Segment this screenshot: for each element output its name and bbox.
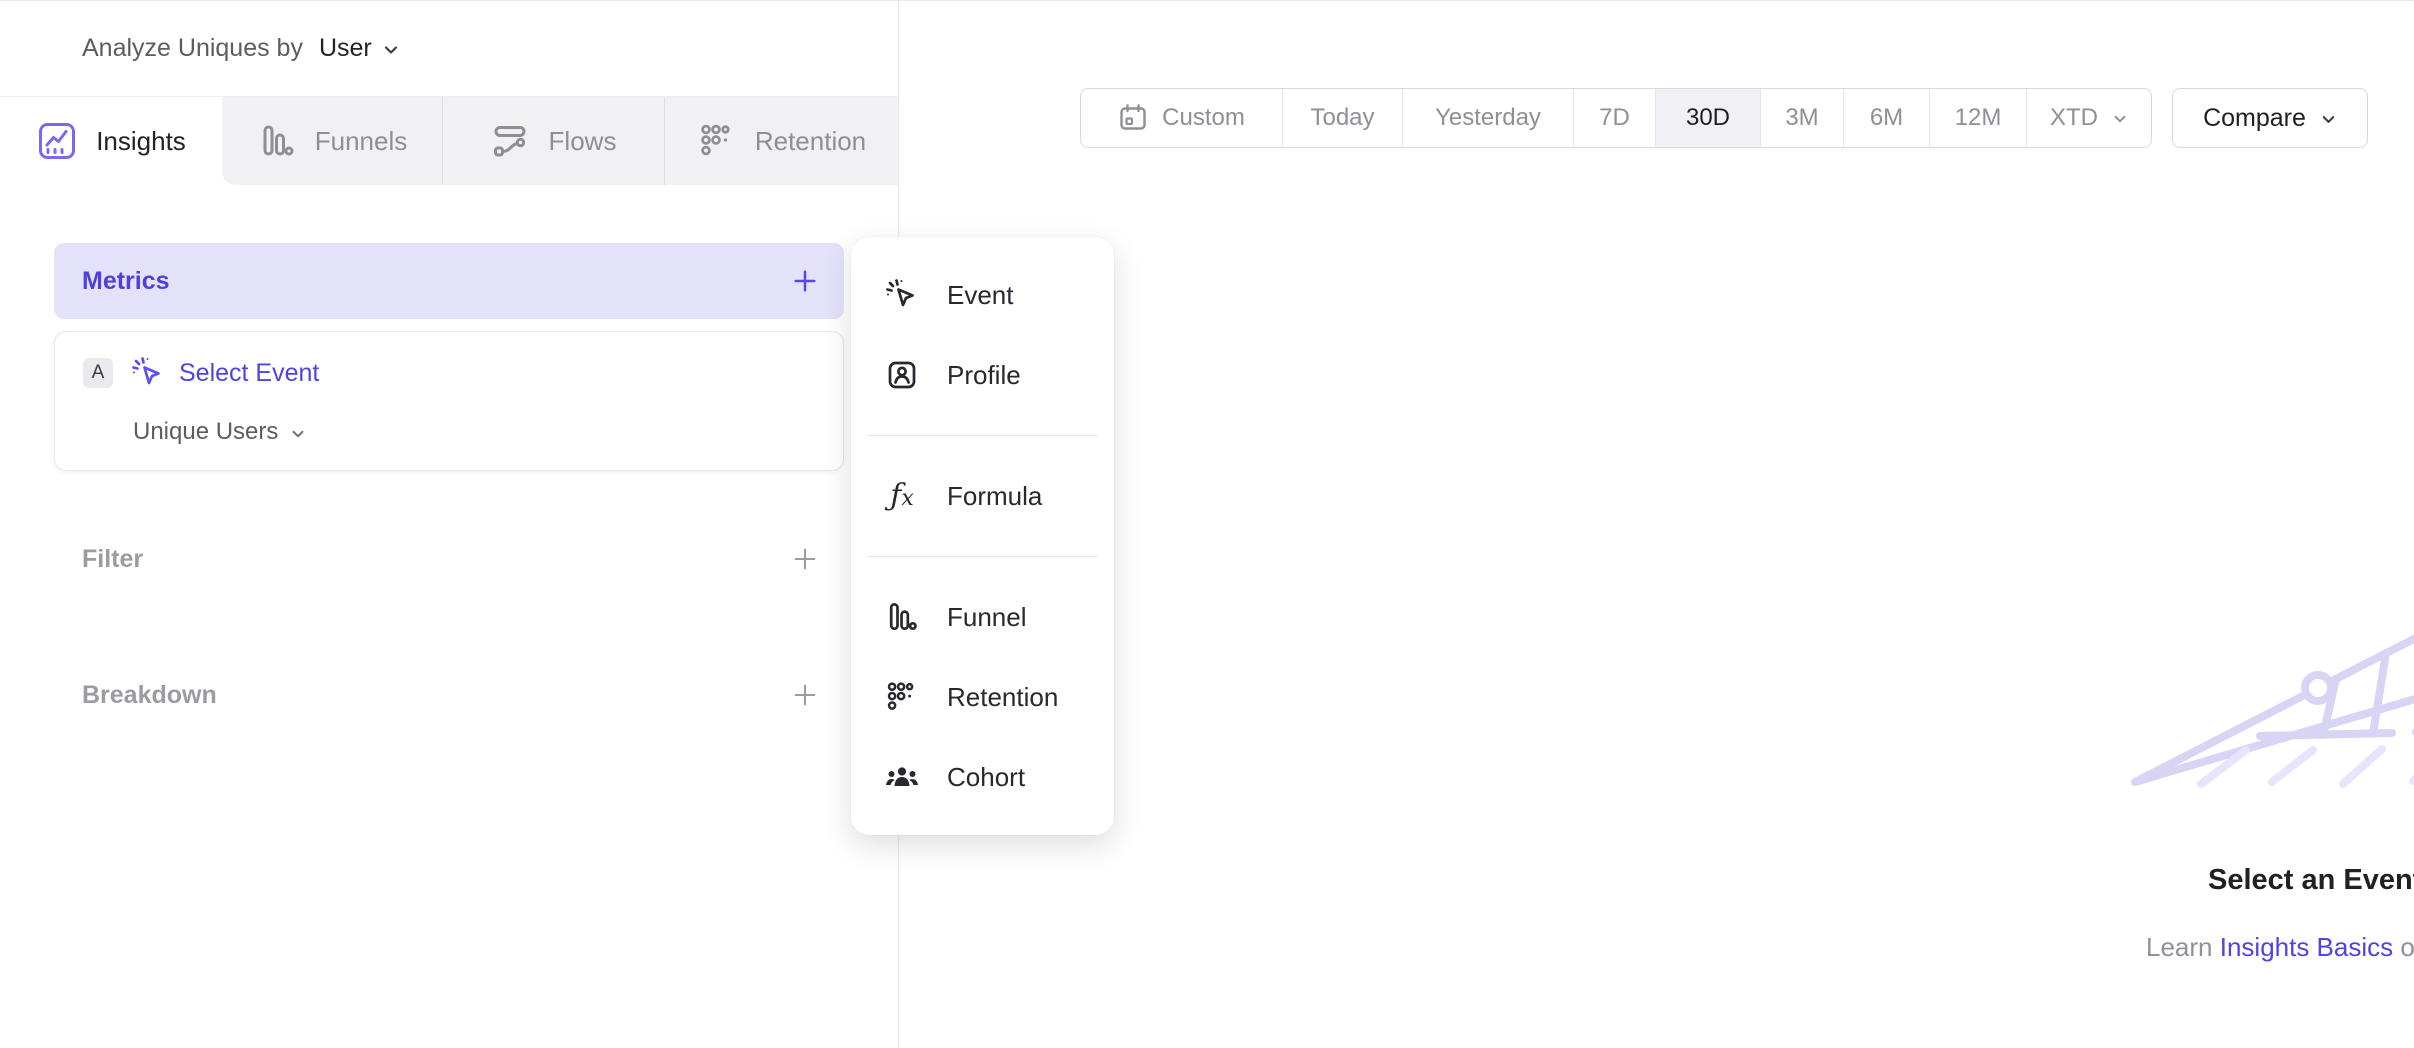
compare-button[interactable]: Compare — [2172, 88, 2368, 148]
date-segment-label: 30D — [1686, 104, 1730, 132]
menu-item-formula[interactable]: ƒx Formula — [851, 456, 1114, 536]
analyze-header: Analyze Uniques by User — [0, 1, 898, 97]
date-range-control: Custom Today Yesterday 7D 30D 3M 6M 12M … — [1080, 88, 2152, 148]
date-segment-label: Today — [1310, 104, 1374, 132]
insights-basics-link[interactable]: Insights Basics — [2220, 932, 2393, 962]
analyze-by-value: User — [319, 34, 372, 63]
cohort-people-icon — [883, 759, 921, 795]
tab-flows[interactable]: Flows — [443, 97, 665, 185]
menu-divider — [867, 556, 1098, 557]
date-segment-custom[interactable]: Custom — [1081, 89, 1283, 147]
menu-item-label: Profile — [947, 360, 1021, 391]
empty-state-subtitle: Learn Insights Basics o — [2146, 932, 2414, 963]
menu-divider — [867, 435, 1098, 436]
plus-icon — [790, 266, 820, 296]
empty-state-chart-illustration — [2086, 588, 2414, 878]
tab-label: Funnels — [315, 126, 408, 157]
date-segment-3m[interactable]: 3M — [1761, 89, 1844, 147]
subtitle-suffix: o — [2400, 932, 2414, 962]
tab-funnels[interactable]: Funnels — [222, 97, 443, 185]
tab-label: Retention — [755, 126, 866, 157]
menu-item-funnel[interactable]: Funnel — [851, 577, 1114, 657]
calendar-icon — [1118, 103, 1148, 133]
tab-retention[interactable]: Retention — [665, 97, 898, 185]
filter-section: Filter — [54, 537, 844, 581]
chevron-down-icon — [2112, 111, 2128, 127]
empty-state-title: Select an Event — [2208, 864, 2414, 897]
funnels-bars-icon — [257, 121, 297, 161]
event-cursor-icon — [131, 356, 165, 390]
menu-item-cohort[interactable]: Cohort — [851, 737, 1114, 817]
tab-insights[interactable]: Insights — [0, 97, 222, 185]
menu-item-event[interactable]: Event — [851, 255, 1114, 335]
select-event-button[interactable]: Select Event — [131, 356, 319, 390]
insights-report-page: Analyze Uniques by User Insights — [0, 0, 2414, 1048]
formula-fx-icon: ƒx — [883, 481, 921, 511]
subtitle-prefix: Learn — [2146, 932, 2213, 962]
date-segment-label: 7D — [1599, 104, 1630, 132]
analyze-label: Analyze Uniques by — [82, 34, 303, 63]
metric-letter-badge: A — [83, 358, 113, 388]
select-event-label: Select Event — [179, 359, 319, 388]
compare-label: Compare — [2203, 104, 2306, 133]
date-segment-label: 6M — [1870, 104, 1903, 132]
aggregation-label: Unique Users — [133, 418, 278, 446]
date-segment-yesterday[interactable]: Yesterday — [1403, 89, 1574, 147]
menu-item-label: Retention — [947, 682, 1058, 713]
date-segment-label: 3M — [1785, 104, 1818, 132]
date-segment-7d[interactable]: 7D — [1574, 89, 1656, 147]
date-segment-12m[interactable]: 12M — [1930, 89, 2027, 147]
funnel-bars-icon — [883, 599, 921, 635]
event-cursor-icon — [883, 278, 921, 312]
plus-icon — [790, 680, 820, 710]
aggregation-selector[interactable]: Unique Users — [133, 418, 306, 446]
add-breakdown-button[interactable] — [790, 680, 820, 710]
menu-item-label: Cohort — [947, 762, 1025, 793]
date-segment-6m[interactable]: 6M — [1844, 89, 1930, 147]
filter-title: Filter — [82, 545, 143, 574]
metrics-section-header: Metrics — [54, 243, 844, 319]
report-type-tabs: Insights Funnels — [0, 97, 898, 185]
add-filter-button[interactable] — [790, 544, 820, 574]
metric-row-card: A Select Event Unique Users — [54, 331, 844, 471]
flows-icon — [491, 121, 531, 161]
date-segment-label: Custom — [1162, 104, 1245, 132]
inactive-tab-group: Funnels Flows — [222, 97, 898, 185]
date-segment-label: 12M — [1955, 104, 2002, 132]
menu-item-label: Formula — [947, 481, 1042, 512]
retention-dots-icon — [697, 121, 737, 161]
retention-dots-icon — [883, 679, 921, 715]
menu-item-profile[interactable]: Profile — [851, 335, 1114, 415]
tab-label: Flows — [549, 126, 617, 157]
date-segment-30d-selected[interactable]: 30D — [1656, 89, 1761, 147]
chevron-down-icon — [382, 41, 400, 59]
add-metric-button[interactable] — [790, 266, 820, 296]
date-segment-today[interactable]: Today — [1283, 89, 1403, 147]
menu-item-label: Funnel — [947, 602, 1027, 633]
metrics-title: Metrics — [82, 267, 170, 296]
tab-label: Insights — [96, 126, 186, 157]
metric-type-menu: Event Profile ƒx Formula — [851, 237, 1114, 835]
menu-item-label: Event — [947, 280, 1014, 311]
menu-item-retention[interactable]: Retention — [851, 657, 1114, 737]
query-builder-panel: Analyze Uniques by User Insights — [0, 1, 899, 1048]
date-segment-label: XTD — [2050, 104, 2098, 132]
breakdown-section: Breakdown — [54, 673, 844, 717]
date-segment-label: Yesterday — [1435, 104, 1541, 132]
chevron-down-icon — [290, 426, 306, 442]
chevron-down-icon — [2320, 111, 2337, 128]
breakdown-title: Breakdown — [82, 681, 217, 710]
insights-chart-icon — [36, 120, 78, 162]
plus-icon — [790, 544, 820, 574]
date-segment-xtd[interactable]: XTD — [2027, 89, 2151, 147]
profile-icon — [883, 358, 921, 392]
analyze-by-selector[interactable]: User — [319, 34, 400, 63]
